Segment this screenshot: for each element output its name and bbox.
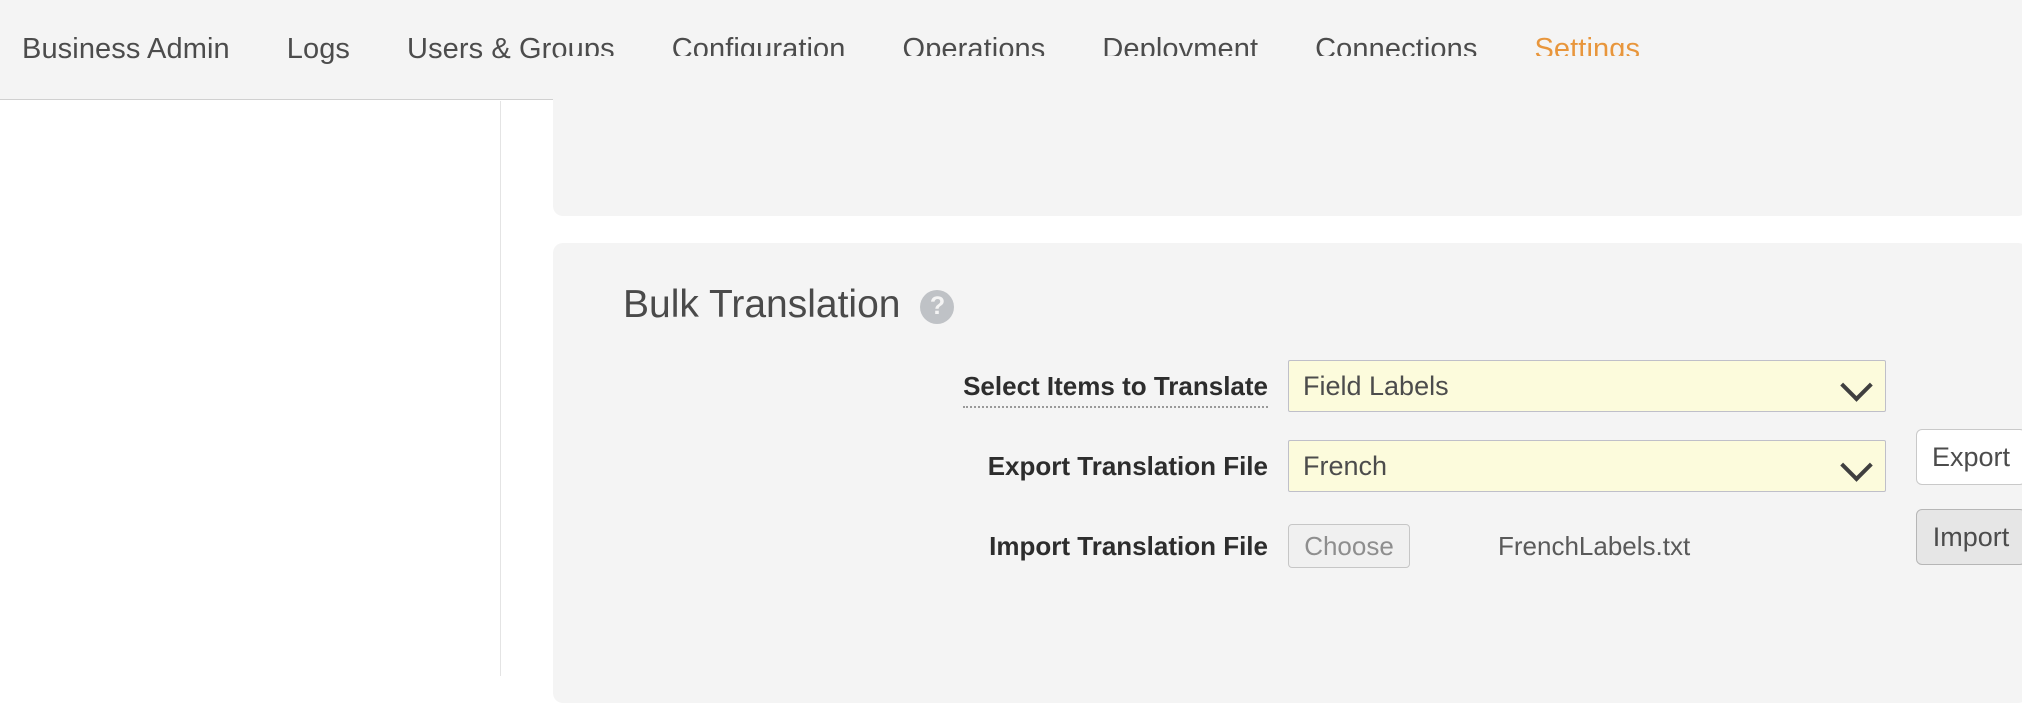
form-row-select-items: Select Items to Translate Field Labels	[553, 355, 2022, 417]
settings-main-column: Bulk Translation ? Select Items to Trans…	[502, 56, 2022, 703]
import-button[interactable]: Import	[1916, 509, 2022, 565]
choose-file-button[interactable]: Choose	[1288, 524, 1410, 568]
bulk-translation-form: Select Items to Translate Field Labels E…	[553, 355, 2022, 595]
selected-file-name: FrenchLabels.txt	[1498, 530, 1691, 561]
form-row-import-translation-file: Import Translation File Choose FrenchLab…	[553, 515, 2022, 577]
settings-sidebar	[0, 101, 501, 676]
panel-title: Bulk Translation	[623, 283, 901, 326]
select-items-to-translate-dropdown[interactable]: Field Labels	[1288, 360, 1886, 412]
label-text-with-tooltip: Select Items to Translate	[963, 370, 1268, 408]
form-row-export-translation-file: Export Translation File French	[553, 435, 2022, 497]
export-button[interactable]: Export	[1916, 429, 2022, 485]
chevron-down-icon	[1840, 449, 1873, 482]
export-language-dropdown[interactable]: French	[1288, 440, 1886, 492]
content-area: Bulk Translation ? Select Items to Trans…	[0, 56, 2022, 703]
panel-header: Bulk Translation ?	[623, 283, 955, 326]
label-export-translation-file: Export Translation File	[987, 450, 1268, 481]
label-select-items-to-translate: Select Items to Translate	[553, 370, 1288, 408]
chevron-down-icon	[1840, 369, 1873, 402]
nav-tab-logs[interactable]: Logs	[287, 28, 350, 72]
help-question-icon[interactable]: ?	[920, 289, 955, 324]
select-items-value: Field Labels	[1303, 370, 1449, 401]
bulk-translation-panel: Bulk Translation ? Select Items to Trans…	[553, 243, 2022, 703]
label-import-translation-file: Import Translation File	[989, 530, 1268, 561]
previous-settings-panel	[553, 56, 2022, 216]
export-language-value: French	[1303, 450, 1388, 481]
nav-tab-business-admin[interactable]: Business Admin	[22, 28, 230, 72]
